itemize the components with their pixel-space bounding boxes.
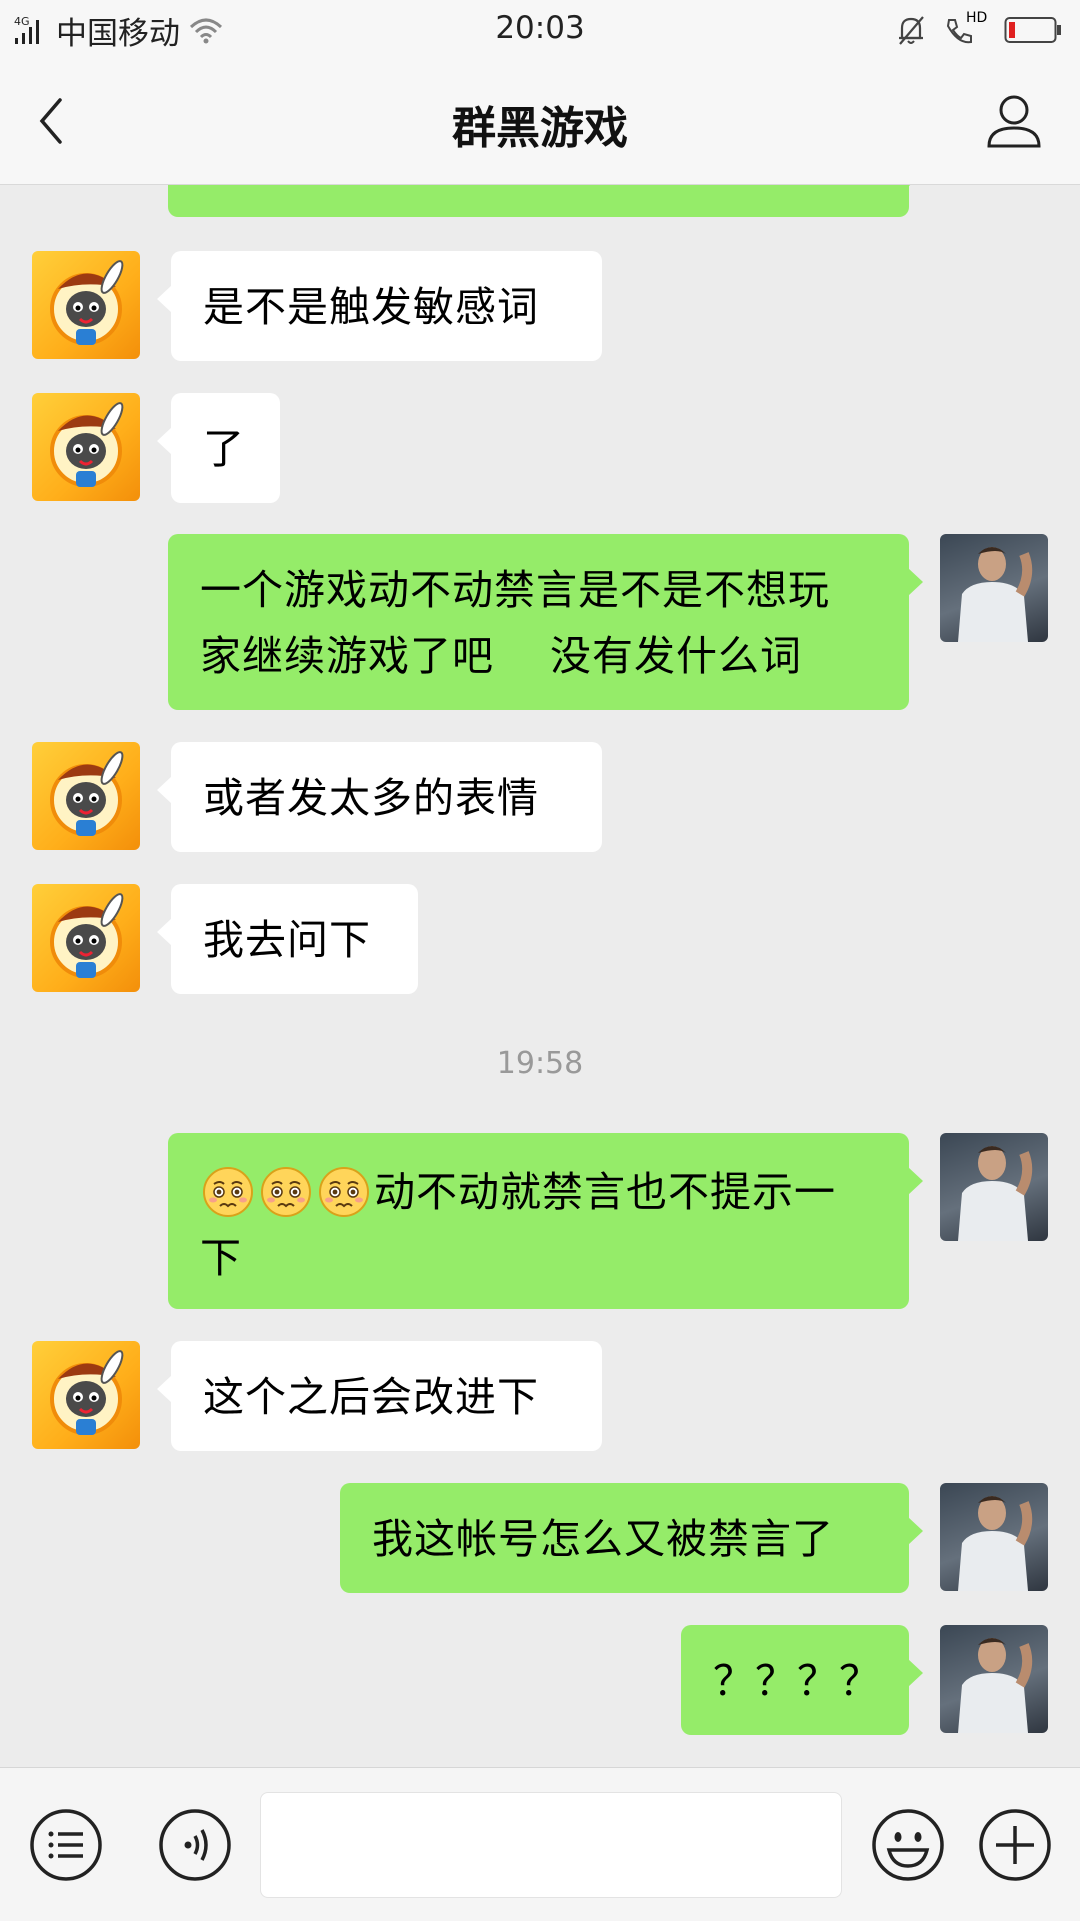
mute-bell-icon	[899, 16, 924, 45]
mascot-avatar-icon	[50, 751, 124, 836]
status-right: HD	[896, 10, 1062, 50]
message-text-line: 家继续游戏了吧 没有发什么词	[200, 632, 803, 680]
message-bubble[interactable]: 这个之后会改进下	[157, 1341, 602, 1451]
message-text: 我这帐号怎么又被禁言了	[372, 1515, 834, 1563]
avatar-bot[interactable]	[32, 251, 140, 359]
message-bubble[interactable]: ？？？？	[681, 1625, 923, 1735]
nav-bar: 群黑游戏	[0, 58, 1080, 185]
list-menu-icon	[30, 1809, 102, 1881]
chat-title: 群黑游戏	[452, 103, 628, 154]
message-timestamp: 19:58	[496, 1046, 584, 1081]
input-bar	[0, 1767, 1080, 1921]
person-icon	[987, 95, 1041, 148]
message-bubble-partial[interactable]	[168, 185, 923, 217]
message-text: 我去问下	[203, 916, 371, 964]
message-text-line: 下	[200, 1234, 242, 1282]
voice-icon	[159, 1809, 231, 1881]
message-bubble[interactable]: 是不是触发敏感词	[157, 251, 602, 361]
smiley-icon	[872, 1809, 944, 1881]
plus-icon	[979, 1809, 1051, 1881]
mascot-avatar-icon	[50, 402, 124, 487]
message-input[interactable]	[260, 1792, 842, 1898]
user-photo-icon	[958, 1496, 1033, 1591]
mascot-avatar-icon	[50, 1350, 124, 1435]
message-text-line: 动不动就禁言也不提示一	[200, 1156, 877, 1225]
message-bubble[interactable]: 了	[157, 393, 280, 503]
emoji-button[interactable]	[871, 1808, 945, 1882]
message-text: 动不动就禁言也不提示一	[374, 1168, 836, 1216]
message-text: 是不是触发敏感词	[203, 283, 539, 331]
message-text: 了	[203, 425, 245, 473]
user-photo-icon	[958, 1146, 1033, 1241]
battery-icon	[1004, 17, 1061, 43]
avatar-bot[interactable]	[32, 393, 140, 501]
mascot-avatar-icon	[50, 893, 124, 978]
mascot-avatar-icon	[50, 260, 124, 345]
voice-button[interactable]	[158, 1808, 232, 1882]
menu-button[interactable]	[29, 1808, 103, 1882]
status-bar: 4G 中国移动 20:03 HD	[0, 0, 1080, 58]
avatar-user[interactable]	[940, 1483, 1048, 1591]
user-photo-icon	[958, 547, 1033, 642]
message-list[interactable]: 是不是触发敏感词 了 一个游戏动不动禁言是不是不想玩 家继续游戏了吧 没有发什么…	[0, 185, 1080, 1767]
avatar-bot[interactable]	[32, 1341, 140, 1449]
avatar-user[interactable]	[940, 1625, 1048, 1733]
message-text: ？？？？	[713, 1657, 881, 1705]
worried-face-icon	[319, 1167, 369, 1217]
message-bubble[interactable]: 我去问下	[157, 884, 418, 994]
message-bubble[interactable]: 一个游戏动不动禁言是不是不想玩 家继续游戏了吧 没有发什么词	[168, 534, 923, 710]
avatar-user[interactable]	[940, 534, 1048, 642]
hd-call-indicator: HD	[944, 10, 987, 46]
worried-face-icon	[261, 1167, 311, 1217]
message-bubble[interactable]: 动不动就禁言也不提示一 下	[168, 1133, 923, 1309]
message-bubble[interactable]: 或者发太多的表情	[157, 742, 602, 852]
message-text: 或者发太多的表情	[203, 774, 539, 822]
worried-face-icon	[203, 1167, 253, 1217]
avatar-user[interactable]	[940, 1133, 1048, 1241]
avatar-bot[interactable]	[32, 884, 140, 992]
more-button[interactable]	[978, 1808, 1052, 1882]
message-bubble[interactable]: 我这帐号怎么又被禁言了	[340, 1483, 923, 1593]
message-text: 这个之后会改进下	[203, 1373, 539, 1421]
chat-info-button[interactable]	[984, 88, 1044, 154]
user-photo-icon	[958, 1638, 1033, 1733]
message-text-line: 一个游戏动不动禁言是不是不想玩	[200, 566, 830, 614]
hd-label: HD	[966, 10, 988, 26]
avatar-bot[interactable]	[32, 742, 140, 850]
